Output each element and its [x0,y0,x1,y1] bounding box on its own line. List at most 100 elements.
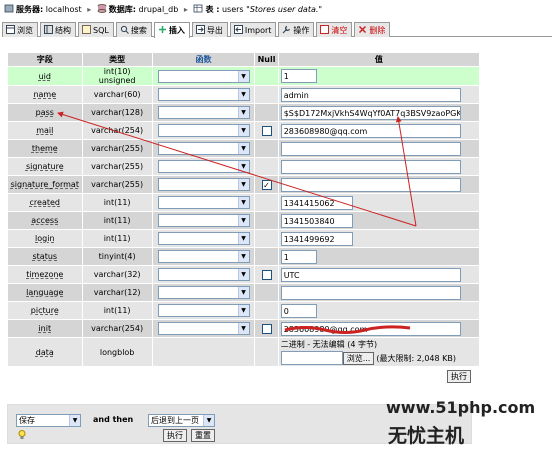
save-select-value: 保存 [19,416,35,425]
table-row: status tinyint(4) ▼ 1 [8,248,479,265]
tab-label: 结构 [55,26,71,35]
function-select[interactable]: ▼ [157,178,250,191]
tab-structure[interactable]: 结构 [40,22,76,37]
value-cell: 1341499692 [278,230,479,247]
blob-note: 二进制 - 无法编辑 (4 字节) [280,340,378,349]
function-select[interactable]: ▼ [157,160,250,173]
function-select[interactable]: ▼ [157,286,250,299]
value-input-uid[interactable]: 1 [280,69,317,83]
search-icon [120,25,129,34]
value-cell: 283608980@qq.com [278,122,479,139]
value-input-mail[interactable]: 283608980@qq.com [280,123,461,138]
chevron-down-icon: ▼ [237,125,249,136]
wrench-icon [282,25,291,34]
browse-icon [6,25,15,34]
sql-icon [82,25,91,34]
function-cell: ▼ [152,86,255,103]
value-cell: 1341415062 [278,194,479,211]
field-name-cell: login [8,230,82,247]
export-icon [195,25,205,34]
table-row: created int(11) ▼ 1341415062 [8,194,479,211]
function-select[interactable]: ▼ [157,250,250,263]
tab-operations[interactable]: 操作 [278,22,315,37]
value-input-signature[interactable] [280,159,461,174]
value-input-theme[interactable] [280,141,461,156]
go-button[interactable]: 执行 [447,370,471,383]
tab-search[interactable]: 搜索 [115,22,152,37]
function-select[interactable]: ▼ [157,69,250,83]
field-type: varchar(128) [82,104,152,121]
value-input-picture[interactable]: 0 [280,303,317,318]
null-cell [255,140,278,157]
tab-label: SQL [93,26,109,35]
browse-button[interactable]: 浏览... [342,351,375,365]
file-path-input[interactable] [280,351,343,365]
function-cell [152,338,255,366]
field-name: name [33,90,57,99]
and-then-label: and then [93,415,134,424]
function-select[interactable]: ▼ [157,232,250,245]
value-input-name[interactable]: admin [280,87,461,102]
save-select[interactable]: 保存 ▼ [16,414,81,427]
value-input-signature_format[interactable] [280,177,461,192]
value-input-language[interactable] [280,285,461,300]
server-link[interactable]: localhost [46,5,82,14]
function-select[interactable]: ▼ [157,88,250,101]
function-cell: ▼ [152,158,255,175]
reset-button[interactable]: 重置 [191,429,215,442]
tab-sql[interactable]: SQL [78,22,114,37]
table-link[interactable]: users [222,5,244,14]
value-cell [278,158,479,175]
value-input-status[interactable]: 1 [280,249,317,264]
function-select[interactable]: ▼ [157,124,250,137]
function-cell: ▼ [152,194,255,211]
function-select[interactable]: ▼ [157,304,250,317]
null-checkbox[interactable] [261,125,272,136]
field-name-cell: created [8,194,82,211]
value-input-access[interactable]: 1341503840 [280,213,353,228]
tab-label: 导出 [206,26,223,35]
null-checkbox[interactable] [261,323,272,334]
go-button-footer[interactable]: 执行 [163,429,187,442]
value-input-created[interactable]: 1341415062 [280,195,353,210]
field-name-cell: mail [8,122,82,139]
value-input-init[interactable]: 283608980@qq.com [280,321,461,336]
value-input-timezone[interactable]: UTC [280,267,461,282]
function-cell: ▼ [152,104,255,121]
table-row: access int(11) ▼ 1341503840 [8,212,479,229]
chevron-down-icon: ▼ [237,161,249,172]
value-input-pass[interactable]: $S$D172MxjVkhS4WqYf0AT7q3BSV9zaoPGK [280,105,461,120]
table-row: language varchar(12) ▼ [8,284,479,301]
chevron-down-icon: ▼ [237,215,249,226]
chevron-down-icon: ▼ [237,323,249,334]
value-input-login[interactable]: 1341499692 [280,231,353,246]
tab-import[interactable]: Import [229,22,277,37]
field-name: data [35,347,54,357]
after-select[interactable]: 后退到上一页 ▼ [148,414,215,427]
null-checkbox[interactable] [261,269,272,280]
null-cell [255,122,278,139]
tab-insert[interactable]: 插入 [153,22,190,38]
db-link[interactable]: drupal_db [139,5,179,14]
value-cell: UTC [278,266,479,283]
chevron-down-icon: ▼ [237,251,249,262]
function-select[interactable]: ▼ [157,214,250,227]
import-icon [233,25,243,34]
tab-export[interactable]: 导出 [191,22,228,37]
chevron-down-icon: ▼ [237,89,249,100]
chevron-down-icon: ▼ [237,305,249,316]
tab-drop[interactable]: 删除 [354,22,391,37]
chevron-down-icon: ▼ [237,70,249,82]
null-checkbox[interactable]: ✓ [261,179,272,190]
function-select[interactable]: ▼ [157,106,250,119]
function-select[interactable]: ▼ [157,322,250,335]
value-cell: 1 [278,67,479,85]
table-row: pass varchar(128) ▼ $S$D172MxjVkhS4WqYf0AT7… [8,104,479,121]
lightbulb-icon [18,430,26,439]
function-select[interactable]: ▼ [157,268,250,281]
insert-form-body: uid int(10) unsigned ▼ 1 name varchar(60) ▼ adm… [8,67,479,366]
function-select[interactable]: ▼ [157,142,250,155]
function-select[interactable]: ▼ [157,196,250,209]
tab-empty[interactable]: 清空 [316,22,353,37]
tab-browse[interactable]: 浏览 [2,22,38,37]
